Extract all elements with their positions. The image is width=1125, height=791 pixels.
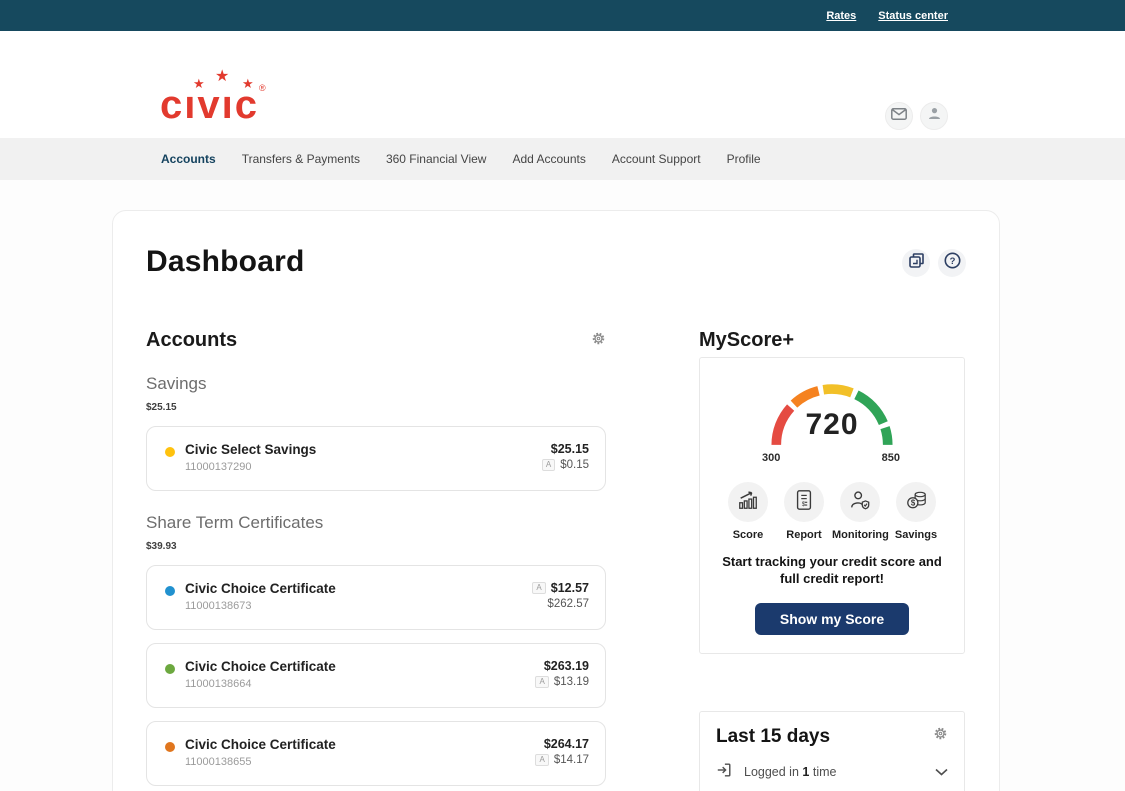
nav-item-transfers-payments[interactable]: Transfers & Payments [242, 152, 360, 166]
group-total: $39.93 [146, 541, 606, 552]
group-total: $25.15 [146, 402, 606, 413]
account-balance: $25.15 [551, 442, 589, 456]
account-secondary-balance: $262.57 [547, 598, 589, 610]
available-badge: A [532, 582, 545, 594]
account-secondary-balance: $14.17 [554, 754, 589, 766]
show-my-score-button[interactable]: Show my Score [755, 603, 909, 635]
account-secondary-balance: $0.15 [560, 459, 589, 471]
user-icon [927, 106, 942, 126]
account-balance: $264.17 [544, 737, 589, 751]
credit-score-value: 720 [757, 408, 907, 442]
feature-report[interactable]: $ Report [776, 482, 832, 541]
site-header: ★ ★ ★ cıvıc® [0, 31, 1125, 138]
group-title: Savings [146, 374, 606, 394]
widgets-icon [909, 253, 924, 273]
account-group-share-term-certificates: Share Term Certificates $39.93 Civic Cho… [146, 513, 606, 786]
feature-savings[interactable]: $ Savings [888, 482, 944, 541]
login-icon [716, 762, 732, 783]
account-name: Civic Choice Certificate [185, 737, 535, 752]
svg-text:$: $ [910, 498, 915, 507]
feature-score[interactable]: Score [720, 482, 776, 541]
status-center-link[interactable]: Status center [878, 10, 948, 22]
main-nav: Accounts Transfers & Payments 360 Financ… [0, 138, 1125, 180]
last-15-days-title: Last 15 days [716, 726, 830, 748]
account-secondary-balance: $13.19 [554, 676, 589, 688]
question-mark-icon: ? [944, 252, 961, 274]
available-badge: A [535, 676, 548, 688]
account-group-savings: Savings $25.15 Civic Select Savings 1100… [146, 374, 606, 491]
accounts-settings-button[interactable] [591, 331, 606, 351]
account-number: 11000138673 [185, 600, 532, 612]
profile-button[interactable] [920, 102, 948, 130]
report-document-icon: $ [794, 489, 814, 516]
monitoring-person-shield-icon [849, 489, 871, 516]
last-15-days-card: Last 15 days Logged in 1 time [699, 711, 965, 791]
feature-label: Score [720, 529, 776, 541]
account-status-dot [165, 664, 175, 674]
account-number: 11000138655 [185, 756, 535, 768]
nav-item-360-financial-view[interactable]: 360 Financial View [386, 152, 487, 166]
feature-label: Savings [888, 529, 944, 541]
help-button[interactable]: ? [938, 249, 966, 277]
account-name: Civic Select Savings [185, 442, 542, 457]
account-balance: $12.57 [551, 581, 589, 595]
account-name: Civic Choice Certificate [185, 581, 532, 596]
messages-button[interactable] [885, 102, 913, 130]
nav-item-profile[interactable]: Profile [727, 152, 761, 166]
account-status-dot [165, 742, 175, 752]
account-row-certificate-2[interactable]: Civic Choice Certificate 11000138664 $26… [146, 643, 606, 708]
svg-text:?: ? [949, 256, 955, 267]
nav-item-accounts[interactable]: Accounts [161, 152, 216, 166]
dashboard-card: Dashboard ? Accounts [112, 210, 1000, 791]
logo-star-icon: ★ [215, 66, 229, 86]
group-title: Share Term Certificates [146, 513, 606, 533]
account-status-dot [165, 586, 175, 596]
feature-label: Report [776, 529, 832, 541]
mail-icon [891, 107, 907, 125]
feature-monitoring[interactable]: Monitoring [832, 482, 888, 541]
logged-in-row[interactable]: Logged in 1 time [716, 762, 948, 783]
rates-link[interactable]: Rates [826, 10, 856, 22]
account-status-dot [165, 447, 175, 457]
gear-icon [591, 331, 606, 351]
gauge-max-label: 850 [882, 452, 900, 464]
accounts-section-title: Accounts [146, 329, 237, 352]
gauge-min-label: 300 [762, 452, 780, 464]
registered-mark: ® [259, 83, 266, 93]
account-number: 11000138664 [185, 678, 535, 690]
myscore-card: 720 300 850 Score $ Rep [699, 357, 965, 654]
available-badge: A [535, 754, 548, 766]
chevron-down-icon [935, 763, 948, 781]
account-row-certificate-3[interactable]: Civic Choice Certificate 11000138655 $26… [146, 721, 606, 786]
savings-coins-icon: $ [905, 489, 928, 516]
feature-label: Monitoring [832, 529, 888, 541]
account-balance: $263.19 [544, 659, 589, 673]
logo-star-icon: ★ [193, 76, 205, 92]
account-number: 11000137290 [185, 461, 542, 473]
logo-star-icon: ★ [242, 76, 254, 92]
activity-settings-button[interactable] [933, 726, 948, 746]
account-name: Civic Choice Certificate [185, 659, 535, 674]
myscore-section-title: MyScore+ [699, 329, 965, 352]
account-row-civic-select-savings[interactable]: Civic Select Savings 11000137290 $25.15 … [146, 426, 606, 491]
myscore-message: Start tracking your credit score and ful… [716, 554, 948, 588]
score-chart-icon [737, 489, 759, 516]
gear-icon [933, 726, 948, 746]
utility-top-bar: Rates Status center [0, 0, 1125, 31]
account-row-certificate-1[interactable]: Civic Choice Certificate 11000138673 A $1… [146, 565, 606, 630]
organize-dashboard-button[interactable] [902, 249, 930, 277]
available-badge: A [542, 459, 555, 471]
page-title: Dashboard [146, 245, 305, 279]
credit-score-gauge: 720 300 850 [757, 378, 907, 470]
civic-logo[interactable]: ★ ★ ★ cıvıc® [160, 85, 292, 125]
nav-item-account-support[interactable]: Account Support [612, 152, 701, 166]
logged-in-text: Logged in 1 time [744, 765, 935, 779]
nav-item-add-accounts[interactable]: Add Accounts [512, 152, 585, 166]
